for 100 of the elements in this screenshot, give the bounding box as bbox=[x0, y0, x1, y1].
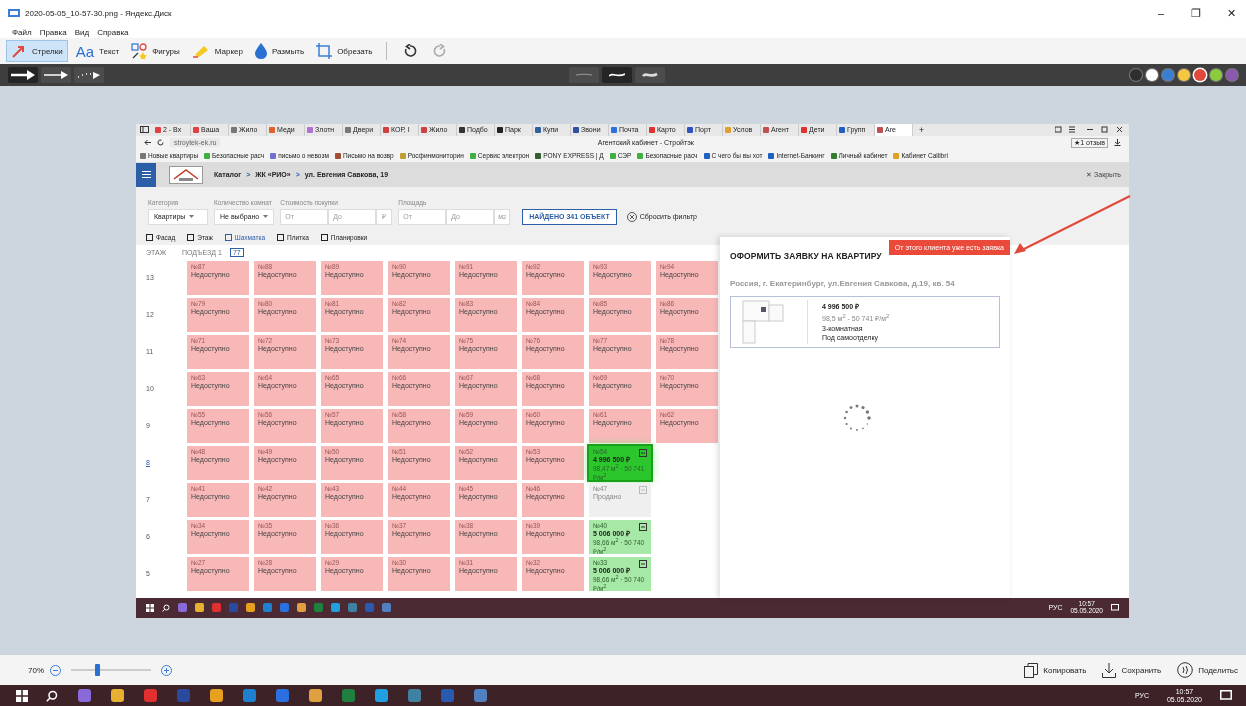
taskbar-app-icon[interactable] bbox=[331, 603, 340, 612]
tool-button[interactable]: Стрелки bbox=[6, 40, 68, 62]
taskbar-app-icon[interactable] bbox=[212, 603, 221, 612]
logo-drawing bbox=[169, 165, 203, 184]
taskbar-app-icon[interactable] bbox=[263, 603, 272, 612]
arrow-icon bbox=[11, 44, 27, 58]
arrow-style-button[interactable] bbox=[74, 67, 104, 83]
taskbar-app-icon[interactable] bbox=[408, 689, 421, 702]
taskbar-app-icon[interactable] bbox=[243, 689, 256, 702]
taskbar-app-icon[interactable] bbox=[342, 689, 355, 702]
search-icon[interactable] bbox=[46, 689, 58, 702]
copy-icon bbox=[1024, 662, 1039, 678]
taskbar-app-icon[interactable] bbox=[178, 603, 187, 612]
line-icon bbox=[575, 71, 592, 79]
caret-icon bbox=[189, 215, 195, 218]
tool-button[interactable]: Обрезать bbox=[312, 40, 377, 62]
taskbar-app-icon[interactable] bbox=[276, 689, 289, 702]
download-icon bbox=[1102, 662, 1117, 678]
color-swatch[interactable] bbox=[1146, 69, 1158, 81]
action-button[interactable]: Копировать bbox=[1024, 662, 1087, 678]
loading-spinner-icon bbox=[842, 402, 872, 433]
share-icon bbox=[1177, 662, 1194, 678]
taskbar-app-icon[interactable] bbox=[474, 689, 487, 702]
zoom-slider-thumb[interactable] bbox=[95, 664, 100, 676]
address-text: Россия, г. Екатеринбург, ул.Евгения Савкова, д.19, кв. 54 bbox=[730, 277, 956, 290]
taskbar-app-icon[interactable] bbox=[111, 689, 124, 702]
menu-item[interactable]: Файл bbox=[12, 27, 32, 37]
taskbar-app-icon[interactable] bbox=[309, 689, 322, 702]
taskbar-app-icon[interactable] bbox=[78, 689, 91, 702]
redo-icon[interactable] bbox=[433, 44, 448, 58]
shapes-icon bbox=[131, 43, 148, 59]
windows-start-icon[interactable] bbox=[16, 689, 28, 702]
tool-button[interactable]: Маркер bbox=[187, 40, 247, 62]
arrow-icon bbox=[44, 70, 68, 80]
window-control[interactable]: ✕ bbox=[1216, 6, 1246, 20]
taskbar-app-icon[interactable] bbox=[144, 689, 157, 702]
taskbar-app-icon[interactable] bbox=[441, 689, 454, 702]
notification-icon[interactable] bbox=[1111, 603, 1119, 612]
menu-item[interactable]: Правка bbox=[39, 27, 67, 37]
taskbar-app-icon[interactable] bbox=[210, 689, 223, 702]
wave-icon bbox=[641, 71, 658, 79]
taskbar-app-icon[interactable] bbox=[314, 603, 323, 612]
color-swatch[interactable] bbox=[1178, 69, 1190, 81]
reload-icon[interactable] bbox=[157, 139, 164, 146]
notification-icon[interactable] bbox=[1220, 689, 1232, 702]
tool-button[interactable]: Размыть bbox=[250, 40, 309, 62]
taskbar-app-icon[interactable] bbox=[246, 603, 255, 612]
download-icon[interactable] bbox=[1114, 139, 1121, 146]
color-swatch[interactable] bbox=[1226, 69, 1238, 81]
search-icon[interactable] bbox=[162, 603, 170, 612]
color-swatch[interactable] bbox=[1130, 69, 1142, 81]
undo-icon[interactable] bbox=[403, 44, 418, 58]
window-control[interactable]: ❐ bbox=[1181, 6, 1211, 20]
window-buttons-drawing bbox=[1055, 126, 1125, 133]
zoom-in-icon[interactable] bbox=[161, 664, 172, 676]
arrow-style-button[interactable] bbox=[41, 67, 71, 83]
window-title: 2020-05-05_10-57-30.png - Яндекс.Диск bbox=[25, 8, 172, 18]
plan-icon bbox=[639, 522, 647, 531]
menu-icon bbox=[141, 171, 151, 178]
taskbar-app-icon[interactable] bbox=[365, 603, 374, 612]
wave-icon bbox=[608, 71, 625, 79]
arrow-style-button[interactable] bbox=[8, 67, 38, 83]
action-button[interactable]: Поделитьс bbox=[1177, 662, 1238, 678]
drop-icon bbox=[254, 43, 267, 59]
back-icon[interactable] bbox=[144, 139, 151, 146]
plan-icon bbox=[639, 448, 647, 457]
crop-icon bbox=[316, 43, 333, 59]
zoom-level: 70% bbox=[28, 665, 44, 675]
sidebar-icon[interactable] bbox=[140, 126, 149, 133]
menu-item[interactable]: Вид bbox=[74, 27, 90, 37]
plan-icon bbox=[639, 559, 647, 568]
action-button[interactable]: Сохранить bbox=[1102, 662, 1162, 678]
taskbar-app-icon[interactable] bbox=[280, 603, 289, 612]
line-style-button[interactable] bbox=[634, 67, 665, 83]
tool-button[interactable]: Aa Текст bbox=[71, 40, 124, 62]
new-tab-button[interactable]: + bbox=[919, 124, 925, 135]
plan-icon bbox=[639, 485, 647, 494]
line-style-button[interactable] bbox=[601, 67, 632, 83]
color-swatch[interactable] bbox=[1210, 69, 1222, 81]
taskbar-app-icon[interactable] bbox=[375, 689, 388, 702]
marker-icon bbox=[191, 44, 210, 58]
color-swatch[interactable] bbox=[1194, 69, 1206, 81]
taskbar-app-icon[interactable] bbox=[297, 603, 306, 612]
taskbar-app-icon[interactable] bbox=[382, 603, 391, 612]
window-control[interactable]: – bbox=[1146, 7, 1176, 19]
arrow-icon bbox=[11, 70, 35, 80]
menu-button[interactable] bbox=[136, 162, 156, 187]
windows-start-icon[interactable] bbox=[146, 603, 154, 612]
close-circle-icon bbox=[626, 211, 637, 222]
tool-button[interactable]: Фигуры bbox=[127, 40, 184, 62]
app-logo-icon bbox=[8, 8, 20, 18]
taskbar-app-icon[interactable] bbox=[348, 603, 357, 612]
taskbar-app-icon[interactable] bbox=[195, 603, 204, 612]
menu-item[interactable]: Справка bbox=[97, 27, 129, 37]
panel-title: ОФОРМИТЬ ЗАЯВКУ НА КВАРТИРУ bbox=[730, 250, 883, 263]
dotted-arrow-icon bbox=[77, 70, 101, 80]
caret-icon bbox=[263, 215, 269, 218]
text-tool-glyph: Aa bbox=[75, 42, 95, 60]
zoom-out-icon[interactable] bbox=[50, 664, 61, 676]
color-swatch[interactable] bbox=[1162, 69, 1174, 81]
